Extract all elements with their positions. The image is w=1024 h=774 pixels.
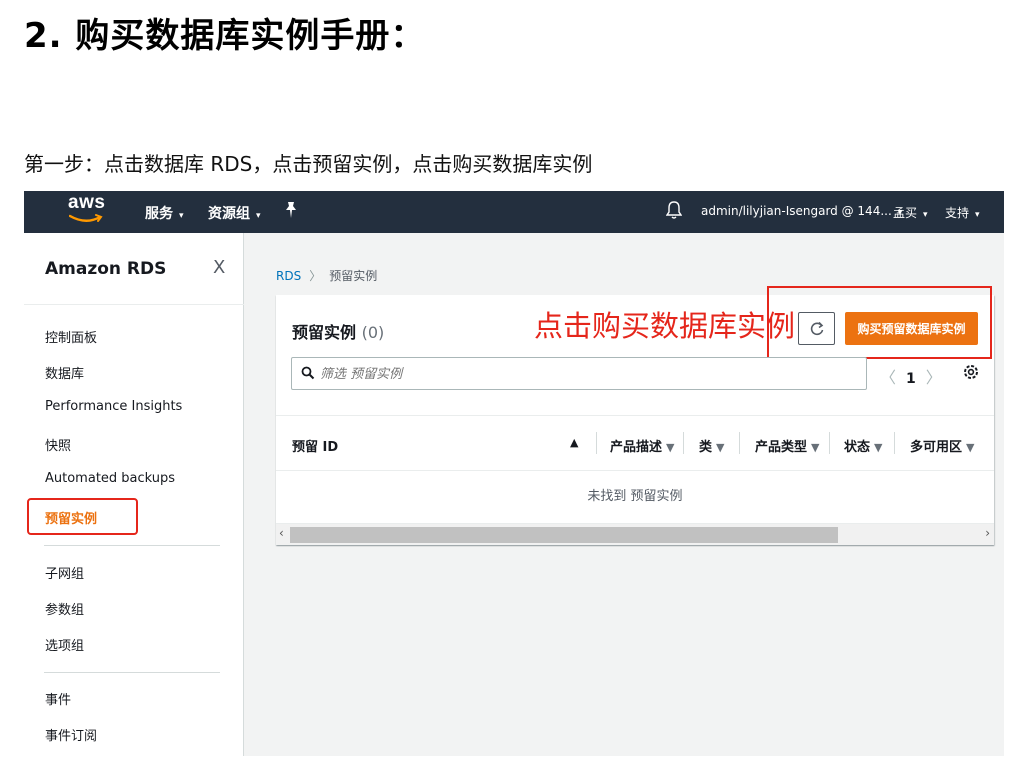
sidebar: Amazon RDS X 控制面板 数据库 Performance Insigh… (24, 233, 244, 756)
chevron-down-icon: ▾ (256, 211, 261, 221)
sidebar-item-event-subscriptions[interactable]: 事件订阅 (45, 725, 97, 744)
sidebar-item-databases[interactable]: 数据库 (45, 363, 84, 382)
column-header-label: 状态 (844, 440, 871, 455)
document-step-text: 第一步：点击数据库 RDS，点击预留实例，点击购买数据库实例 (24, 152, 593, 176)
chevron-left-icon[interactable]: 〈 (880, 368, 896, 387)
caret-down-icon: ▼ (874, 441, 883, 454)
aws-logo[interactable]: aws (68, 192, 105, 214)
chevron-down-icon: ▾ (923, 210, 928, 220)
chevron-right-icon[interactable]: › (985, 526, 990, 540)
column-header-offering-type[interactable]: 产品类型 ▼ (755, 436, 819, 455)
column-divider (683, 432, 684, 454)
nav-region-label: 孟买 (893, 206, 918, 220)
sidebar-item-events[interactable]: 事件 (45, 689, 71, 708)
caret-down-icon: ▼ (666, 441, 675, 454)
nav-account-label: admin/lilyjian-Isengard @ 144... (701, 204, 892, 218)
top-navigation-bar: aws 服务 ▾ 资源组 ▾ admin/lilyjian-Isengard @ 1… (24, 191, 1004, 233)
nav-resource-groups-label: 资源组 (208, 206, 250, 222)
gear-icon[interactable] (962, 363, 980, 381)
refresh-button[interactable] (798, 312, 835, 345)
filter-box (291, 357, 867, 390)
empty-state-text: 未找到 预留实例 (587, 489, 683, 504)
filter-input[interactable] (320, 363, 840, 385)
column-header-label: 类 (699, 440, 713, 455)
chevron-down-icon: ▾ (179, 211, 184, 221)
nav-account-menu[interactable]: admin/lilyjian-Isengard @ 144... ▾ (701, 204, 902, 218)
nav-services-menu[interactable]: 服务 ▾ (145, 203, 184, 223)
column-divider (596, 432, 597, 454)
page-number[interactable]: 1 (906, 371, 916, 387)
sidebar-item-automated-backups[interactable]: Automated backups (45, 471, 175, 486)
table-header: 预留 ID ▲ 产品描述 ▼ 类 ▼ 产品类型 ▼ 状态 ▼ 多可用区 ▼ (276, 415, 994, 471)
column-header-label: 产品类型 (755, 440, 808, 455)
breadcrumb-current: 预留实例 (329, 269, 378, 283)
sidebar-highlight-box (27, 498, 138, 535)
panel-title-text: 预留实例 (292, 323, 357, 342)
column-divider (829, 432, 830, 454)
breadcrumb-rds-link[interactable]: RDS (276, 269, 301, 283)
scrollbar-thumb[interactable] (290, 527, 838, 543)
sidebar-item-parameter-groups[interactable]: 参数组 (45, 599, 84, 618)
divider (24, 304, 244, 305)
column-header-multi-az[interactable]: 多可用区 ▼ (910, 436, 974, 455)
nav-resource-groups-menu[interactable]: 资源组 ▾ (208, 203, 261, 223)
chevron-right-icon[interactable]: 〉 (926, 368, 942, 387)
sidebar-item-snapshots[interactable]: 快照 (45, 435, 71, 454)
breadcrumb: RDS 〉预留实例 (276, 267, 377, 284)
column-header-status[interactable]: 状态 ▼ (844, 436, 882, 455)
column-header-class[interactable]: 类 ▼ (699, 436, 724, 455)
console-screenshot: aws 服务 ▾ 资源组 ▾ admin/lilyjian-Isengard @ 1… (24, 191, 1004, 756)
column-header-reserved-id[interactable]: 预留 ID (292, 436, 338, 455)
caret-down-icon: ▼ (811, 441, 820, 454)
nav-support-label: 支持 (945, 206, 970, 220)
aws-smile-icon (69, 214, 103, 222)
chevron-down-icon: ▾ (975, 210, 980, 220)
purchase-reserved-db-instance-button[interactable]: 购买预留数据库实例 (845, 312, 978, 345)
close-icon[interactable]: X (213, 257, 225, 278)
nav-services-label: 服务 (145, 206, 173, 222)
pagination: 〈 1 〉 (880, 364, 942, 388)
pin-icon[interactable] (284, 201, 298, 219)
panel-count: (0) (361, 323, 385, 342)
chevron-left-icon[interactable]: ‹ (279, 526, 284, 540)
caret-down-icon: ▼ (716, 441, 725, 454)
sidebar-item-dashboard[interactable]: 控制面板 (45, 327, 97, 346)
reserved-instances-panel: 预留实例 (0) 点击购买数据库实例 购买预留数据库实例 〈 1 〉 预留 ID (276, 286, 994, 545)
chevron-right-icon: 〉 (309, 269, 322, 283)
horizontal-scrollbar[interactable]: ‹ › (276, 523, 994, 545)
sidebar-item-subnet-groups[interactable]: 子网组 (45, 563, 84, 582)
refresh-icon (810, 321, 823, 335)
annotation-text: 点击购买数据库实例 (534, 309, 796, 343)
column-header-label: 多可用区 (910, 440, 963, 455)
bell-icon[interactable] (666, 200, 682, 220)
nav-support-menu[interactable]: 支持 ▾ (945, 204, 980, 221)
divider (44, 672, 220, 673)
document-title: 2. 购买数据库实例手册： (24, 16, 426, 56)
nav-region-menu[interactable]: 孟买 ▾ (893, 204, 928, 221)
column-header-product-description[interactable]: 产品描述 ▼ (610, 436, 674, 455)
panel-title: 预留实例 (0) (292, 319, 384, 343)
divider (44, 545, 220, 546)
column-header-label: 产品描述 (610, 440, 663, 455)
column-divider (894, 432, 895, 454)
column-divider (739, 432, 740, 454)
sidebar-item-option-groups[interactable]: 选项组 (45, 635, 84, 654)
search-icon (301, 366, 315, 380)
sidebar-title: Amazon RDS (45, 259, 167, 279)
sort-ascending-icon[interactable]: ▲ (570, 436, 578, 449)
sidebar-item-performance-insights[interactable]: Performance Insights (45, 399, 182, 414)
caret-down-icon: ▼ (966, 441, 975, 454)
